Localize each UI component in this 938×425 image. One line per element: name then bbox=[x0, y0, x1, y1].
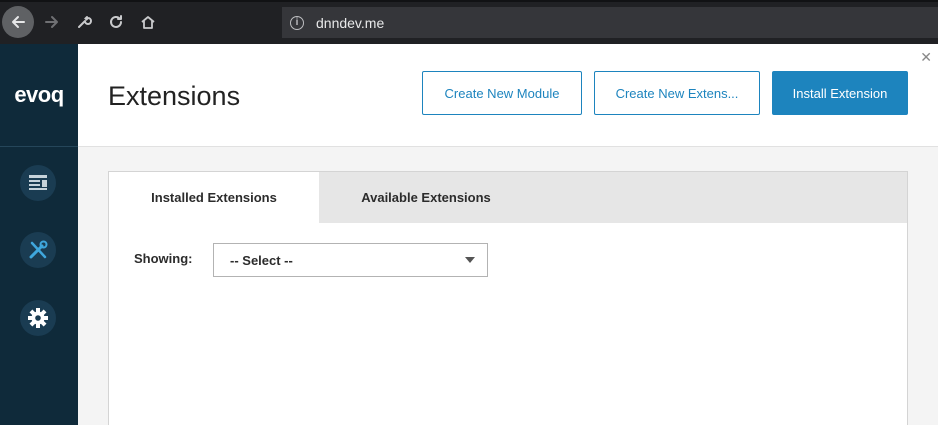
arrow-left-icon bbox=[12, 16, 25, 28]
tools-icon bbox=[29, 240, 48, 259]
sidebar-item-content[interactable] bbox=[20, 165, 56, 201]
sidebar: evoq bbox=[0, 44, 78, 425]
info-icon[interactable]: i bbox=[290, 15, 304, 30]
page-title: Extensions bbox=[108, 81, 241, 111]
browser-toolbar: i dnndev.me bbox=[0, 0, 938, 45]
logo-text: evoq bbox=[14, 82, 64, 107]
install-extension-button[interactable]: Install Extension bbox=[772, 71, 908, 115]
settings-gear-icon bbox=[28, 308, 48, 328]
content-icon bbox=[29, 175, 47, 190]
chevron-down-icon bbox=[465, 257, 475, 263]
forward-button[interactable] bbox=[36, 6, 68, 38]
reload-icon bbox=[110, 15, 122, 28]
back-button[interactable] bbox=[2, 6, 34, 38]
arrow-right-icon bbox=[45, 16, 58, 28]
showing-label: Showing: bbox=[134, 251, 193, 266]
close-icon[interactable]: ✕ bbox=[920, 50, 932, 64]
home-icon bbox=[141, 16, 155, 29]
address-bar[interactable]: i dnndev.me bbox=[282, 7, 938, 38]
wrench-icon bbox=[78, 16, 92, 28]
tab-available-extensions[interactable]: Available Extensions bbox=[319, 172, 533, 223]
sidebar-item-tools[interactable] bbox=[20, 232, 56, 268]
main-content: Extensions ✕ Create New Module Create Ne… bbox=[78, 44, 938, 425]
home-button[interactable] bbox=[132, 6, 164, 38]
url-text: dnndev.me bbox=[316, 14, 385, 31]
devtools-button[interactable] bbox=[68, 6, 100, 38]
tab-strip bbox=[0, 0, 938, 2]
page-header: Extensions ✕ Create New Module Create Ne… bbox=[78, 44, 938, 147]
sidebar-item-settings[interactable] bbox=[20, 300, 56, 336]
evoq-logo[interactable]: evoq bbox=[0, 44, 78, 147]
reload-button[interactable] bbox=[100, 6, 132, 38]
tab-installed-extensions[interactable]: Installed Extensions bbox=[109, 172, 319, 223]
extensions-panel: Installed Extensions Available Extension… bbox=[108, 171, 908, 425]
create-new-extension-button[interactable]: Create New Extens... bbox=[594, 71, 760, 115]
create-new-module-button[interactable]: Create New Module bbox=[422, 71, 582, 115]
extension-type-select[interactable]: -- Select -- bbox=[213, 243, 488, 277]
tab-bar: Installed Extensions Available Extension… bbox=[109, 172, 907, 223]
select-value: -- Select -- bbox=[230, 252, 293, 268]
